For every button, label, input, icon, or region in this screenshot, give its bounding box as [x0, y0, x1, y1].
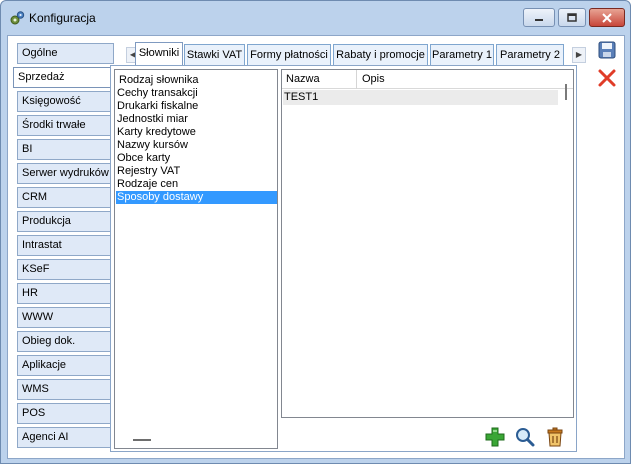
tab[interactable]: Parametry 2 — [496, 44, 564, 66]
tab[interactable]: Słowniki — [135, 42, 183, 67]
tab[interactable]: Parametry 1 — [430, 44, 494, 66]
save-button[interactable] — [596, 39, 618, 61]
list-item[interactable]: Rejestry VAT — [116, 165, 277, 178]
save-icon — [598, 41, 616, 59]
search-button[interactable] — [514, 426, 536, 448]
dictionaries-panel: Rodzaj słownika Cechy transakcji Drukarki… — [110, 65, 577, 452]
sidebar-item[interactable]: CRM — [17, 187, 114, 208]
column-header-nazwa[interactable]: Nazwa — [286, 73, 320, 85]
window-title: Konfiguracja — [29, 11, 96, 25]
cancel-button[interactable] — [596, 67, 618, 89]
grid-header: Nazwa Opis — [282, 70, 573, 89]
sidebar-item[interactable]: Środki trwałe — [17, 115, 114, 136]
list-item[interactable]: Obce karty — [116, 152, 277, 165]
sidebar-item[interactable]: BI — [17, 139, 114, 160]
column-separator — [356, 70, 357, 89]
sidebar-item[interactable]: HR — [17, 283, 114, 304]
delete-button[interactable] — [544, 426, 566, 448]
add-icon — [485, 427, 505, 447]
delete-icon — [547, 427, 563, 447]
sidebar-item[interactable]: Sprzedaż — [13, 67, 114, 88]
minimize-icon — [535, 18, 543, 21]
entries-grid: Nazwa Opis TEST1 — [281, 69, 574, 418]
list-item[interactable]: Rodzaje cen — [116, 178, 277, 191]
sidebar-item[interactable]: Księgowość — [17, 91, 114, 112]
maximize-button[interactable] — [558, 8, 586, 27]
tab[interactable]: Formy płatności — [247, 44, 331, 66]
cell-nazwa: TEST1 — [284, 91, 319, 103]
add-button[interactable] — [484, 426, 506, 448]
sidebar-item[interactable]: Serwer wydruków — [17, 163, 114, 184]
sidebar-item[interactable]: Aplikacje — [17, 355, 114, 376]
list-item[interactable]: Jednostki miar — [116, 113, 277, 126]
column-header-opis[interactable]: Opis — [362, 73, 385, 85]
close-icon — [602, 12, 612, 23]
close-button[interactable] — [589, 8, 625, 27]
list-item[interactable]: Drukarki fiskalne — [116, 100, 277, 113]
dictionary-list[interactable]: Rodzaj słownika Cechy transakcji Drukarki… — [114, 69, 278, 449]
sidebar-item[interactable]: WMS — [17, 379, 114, 400]
tab-strip: ◀ Słowniki Stawki VAT Formy płatności Rabat… — [126, 42, 586, 67]
sidebar-item[interactable]: POS — [17, 403, 114, 424]
minimize-button[interactable] — [523, 8, 555, 27]
tab[interactable]: Rabaty i promocje — [333, 44, 428, 66]
gears-icon — [10, 11, 25, 25]
config-window: Konfiguracja Ogólne Sprzedaż Księgowość Śro… — [0, 0, 631, 464]
tab-scroll-right-button[interactable]: ▶ — [572, 47, 586, 63]
horizontal-scrollbar-thumb[interactable] — [133, 439, 151, 441]
sidebar-item[interactable]: Produkcja — [17, 211, 114, 232]
sidebar-item[interactable]: WWW — [17, 307, 114, 328]
vertical-scrollbar-thumb[interactable] — [565, 84, 567, 100]
list-item[interactable]: Karty kredytowe — [116, 126, 277, 139]
sidebar-item[interactable]: Obieg dok. — [17, 331, 114, 352]
sidebar-item[interactable]: Intrastat — [17, 235, 114, 256]
title-bar[interactable]: Konfiguracja — [1, 1, 630, 33]
list-item[interactable]: Sposoby dostawy — [116, 191, 277, 204]
search-icon — [516, 428, 535, 447]
sidebar-item[interactable]: Agenci AI — [17, 427, 114, 448]
sidebar-item[interactable]: Ogólne — [17, 43, 114, 64]
list-item[interactable]: Nazwy kursów — [116, 139, 277, 152]
list-item[interactable]: Cechy transakcji — [116, 87, 277, 100]
maximize-icon — [567, 12, 577, 22]
sidebar-item[interactable]: KSeF — [17, 259, 114, 280]
table-row[interactable]: TEST1 — [283, 90, 558, 105]
cancel-icon — [598, 69, 616, 87]
tab[interactable]: Stawki VAT — [184, 44, 245, 66]
dictionary-list-header: Rodzaj słownika — [119, 74, 199, 86]
client-area: Ogólne Sprzedaż Księgowość Środki trwałe BI S… — [7, 35, 625, 459]
